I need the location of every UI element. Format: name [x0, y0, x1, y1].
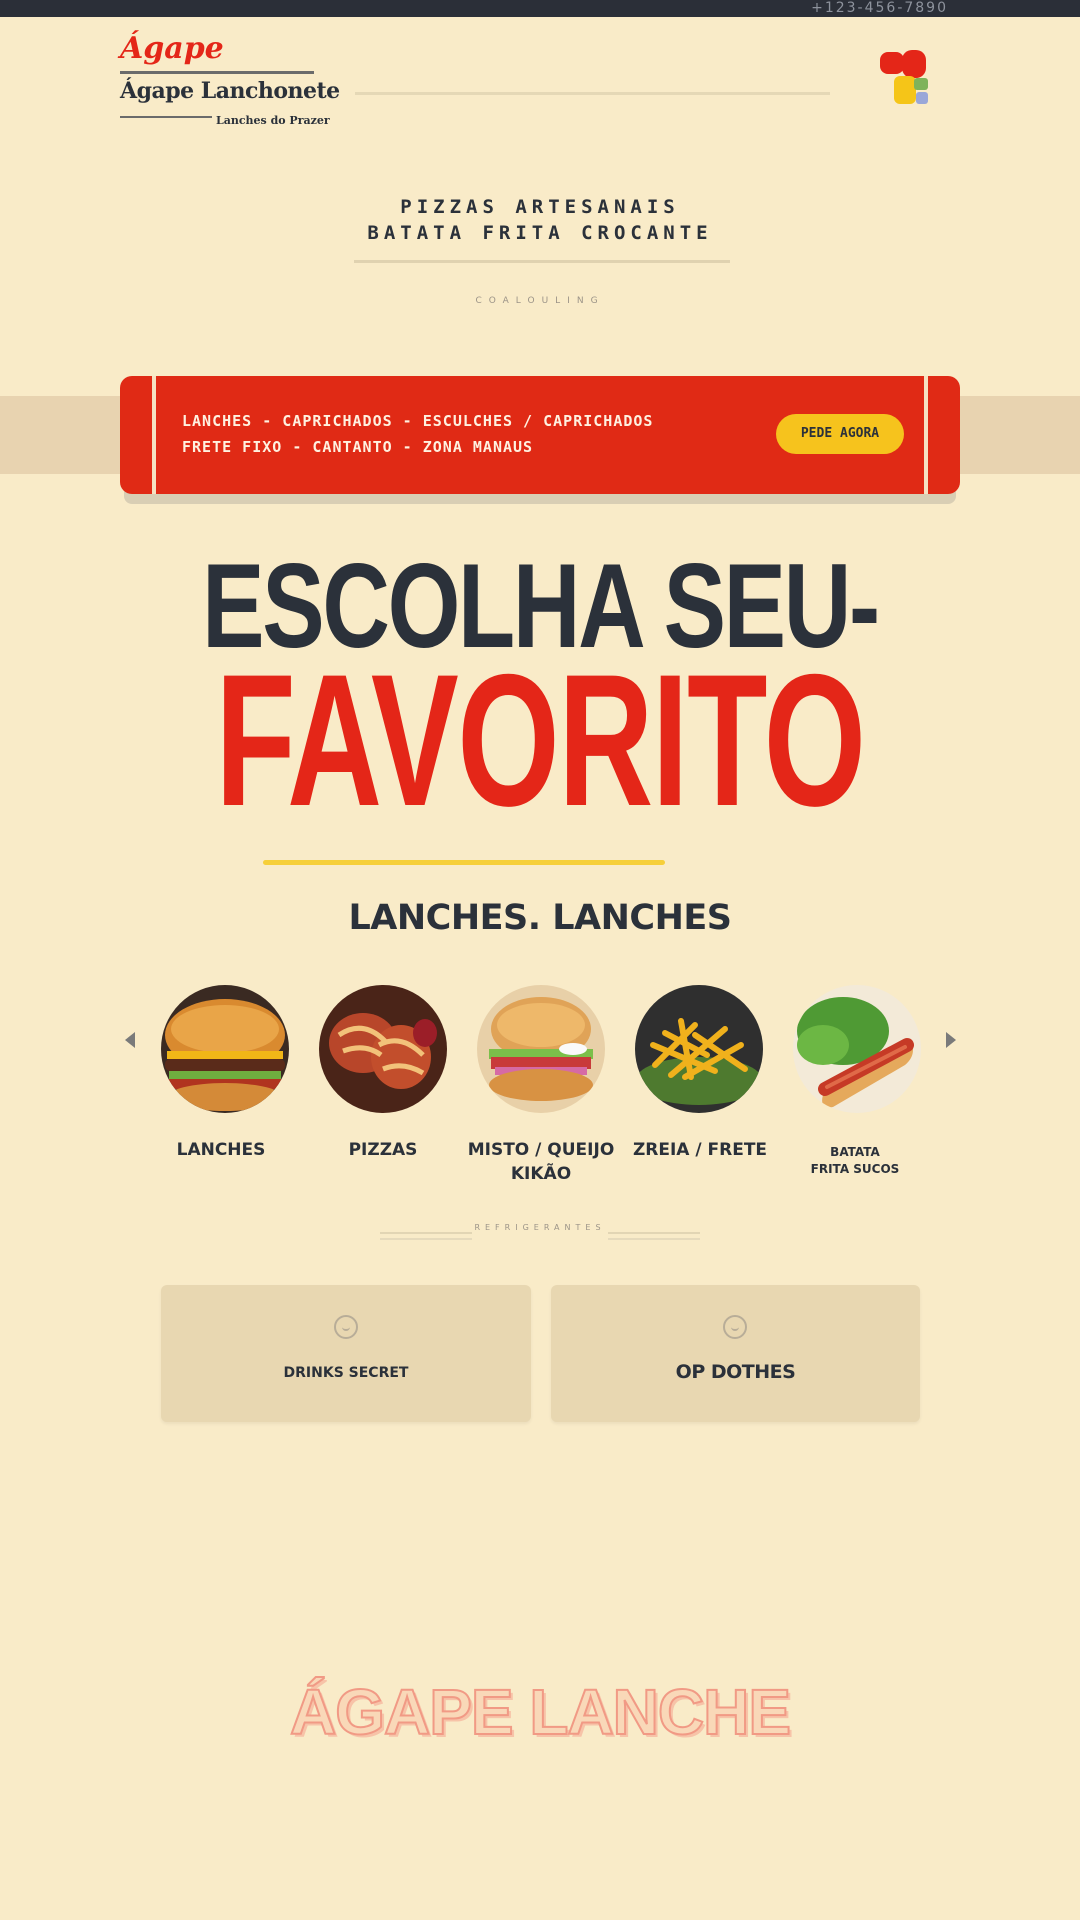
hero-underline [263, 860, 665, 865]
carousel-prev-icon[interactable] [125, 1032, 135, 1048]
category-image-pizzas[interactable] [319, 985, 447, 1113]
top-bar: +123-456-7890 [0, 0, 1080, 17]
logo-divider-short [120, 116, 212, 118]
subsection-rule-right-2 [608, 1238, 700, 1240]
site-logo[interactable]: Ágape Ágape Lanchonete Lanches do Prazer [120, 31, 340, 134]
op-dothes-card[interactable]: OP DOTHES [551, 1285, 920, 1422]
subsection-caption: REFRIGERANTES [474, 1223, 606, 1232]
logo-divider [120, 71, 314, 74]
intro-line-2: BATATA FRITA CROCANTE [367, 222, 713, 244]
logo-name: Ágape Lanchonete [120, 78, 340, 104]
category-image-lanches[interactable] [161, 985, 289, 1113]
carousel-next-icon[interactable] [946, 1032, 956, 1048]
banner-line-2: FRETE FIXO - CANTANTO - ZONA MANAUS [182, 438, 534, 456]
subsection-rule-left [380, 1232, 472, 1234]
logo-tagline: Lanches do Prazer [216, 114, 330, 127]
categories-title: LANCHES. LANCHES [348, 898, 732, 938]
intro-divider [354, 260, 730, 263]
intro-caption: COALOULING [475, 296, 605, 306]
logo-script: Ágape [120, 31, 224, 66]
order-now-button[interactable]: PEDE AGORA [776, 414, 904, 454]
intro-line-1: PIZZAS ARTESANAIS [400, 196, 680, 218]
drinks-card-label: DRINKS SECRET [283, 1365, 409, 1381]
promo-banner: LANCHES - CAPRICHADOS - ESCULCHES / CAPR… [120, 376, 960, 494]
category-label-batata[interactable]: BATATA FRITA SUCOS [780, 1144, 930, 1178]
drinks-card[interactable]: DRINKS SECRET [161, 1285, 531, 1422]
cart-icon[interactable] [880, 50, 940, 108]
category-image-misto[interactable] [477, 985, 605, 1113]
smile-icon [723, 1315, 747, 1339]
category-label-pizzas[interactable]: PIZZAS [298, 1138, 468, 1162]
subsection-rule-right [608, 1232, 700, 1234]
banner-stripe-right [924, 376, 928, 494]
hero-heading-line-2: FAVORITO [215, 635, 866, 845]
category-label-zreia[interactable]: ZREIA / FRETE [615, 1138, 785, 1162]
banner-line-1: LANCHES - CAPRICHADOS - ESCULCHES / CAPR… [182, 412, 654, 430]
category-label-misto[interactable]: MISTO / QUEIJO KIKÃO [456, 1138, 626, 1186]
category-image-zreia[interactable] [635, 985, 763, 1113]
category-label-lanches[interactable]: LANCHES [136, 1138, 306, 1162]
footer-brand: ÁGAPE LANCHE [289, 1675, 792, 1749]
header-divider [355, 92, 830, 95]
category-image-batata[interactable] [793, 985, 921, 1113]
op-dothes-card-label: OP DOTHES [675, 1361, 796, 1383]
smile-icon [334, 1315, 358, 1339]
banner-stripe-left [152, 376, 156, 494]
subsection-rule-left-2 [380, 1238, 472, 1240]
phone-number[interactable]: +123-456-7890 [811, 0, 948, 17]
